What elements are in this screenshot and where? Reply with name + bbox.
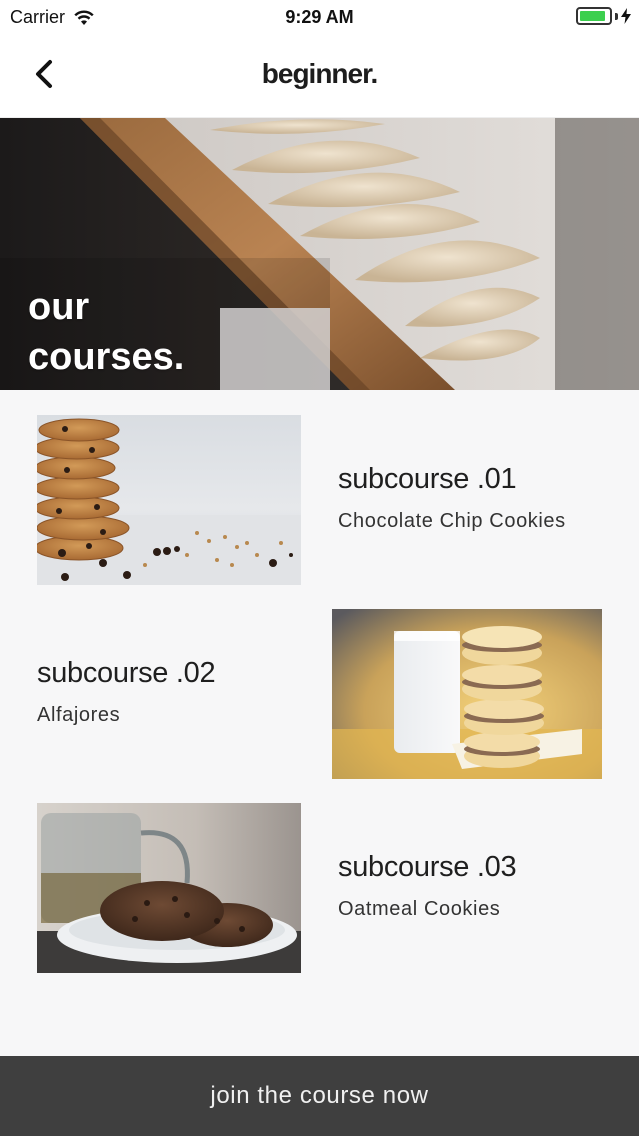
course-name: Chocolate Chip Cookies <box>338 510 566 532</box>
page-title: beginner. <box>261 58 378 89</box>
course-text-2: subcourse .02 Alfajores <box>37 657 216 727</box>
battery-indicator <box>576 7 631 25</box>
hero-title-line-2: courses. <box>28 336 185 378</box>
navigation-bar: beginner. <box>0 34 639 118</box>
course-heading: subcourse .03 <box>338 851 517 883</box>
course-text-3: subcourse .03 Oatmeal Cookies <box>338 851 517 921</box>
battery-cap <box>615 12 618 20</box>
course-card-1[interactable]: subcourse .01 Chocolate Chip Cookies <box>0 415 639 585</box>
course-image-oatmeal[interactable] <box>37 803 301 973</box>
course-name: Alfajores <box>37 704 121 726</box>
bolt-icon <box>621 8 631 24</box>
course-name: Oatmeal Cookies <box>338 898 501 920</box>
hero-banner: our courses. <box>0 118 639 390</box>
course-heading: subcourse .01 <box>338 463 517 495</box>
status-bar: Carrier 9:29 AM <box>0 0 639 34</box>
hero-title-line-1: our <box>28 286 90 328</box>
hero-title: our courses. <box>28 282 184 382</box>
course-heading: subcourse .02 <box>37 657 216 689</box>
course-card-3[interactable]: subcourse .03 Oatmeal Cookies <box>0 803 639 973</box>
battery-fill <box>580 11 606 21</box>
course-image-alfajores[interactable] <box>332 609 602 779</box>
status-time: 9:29 AM <box>285 7 354 27</box>
course-text-1: subcourse .01 Chocolate Chip Cookies <box>338 463 566 533</box>
join-course-button[interactable]: join the course now <box>0 1056 639 1136</box>
chocolate-chip-cookies-image <box>37 415 301 585</box>
course-image-chocolate-chip[interactable] <box>37 415 301 585</box>
oatmeal-cookies-image <box>37 803 301 973</box>
battery-icon <box>576 7 612 25</box>
course-card-2[interactable]: subcourse .02 Alfajores <box>0 609 639 779</box>
alfajores-image <box>332 609 602 779</box>
